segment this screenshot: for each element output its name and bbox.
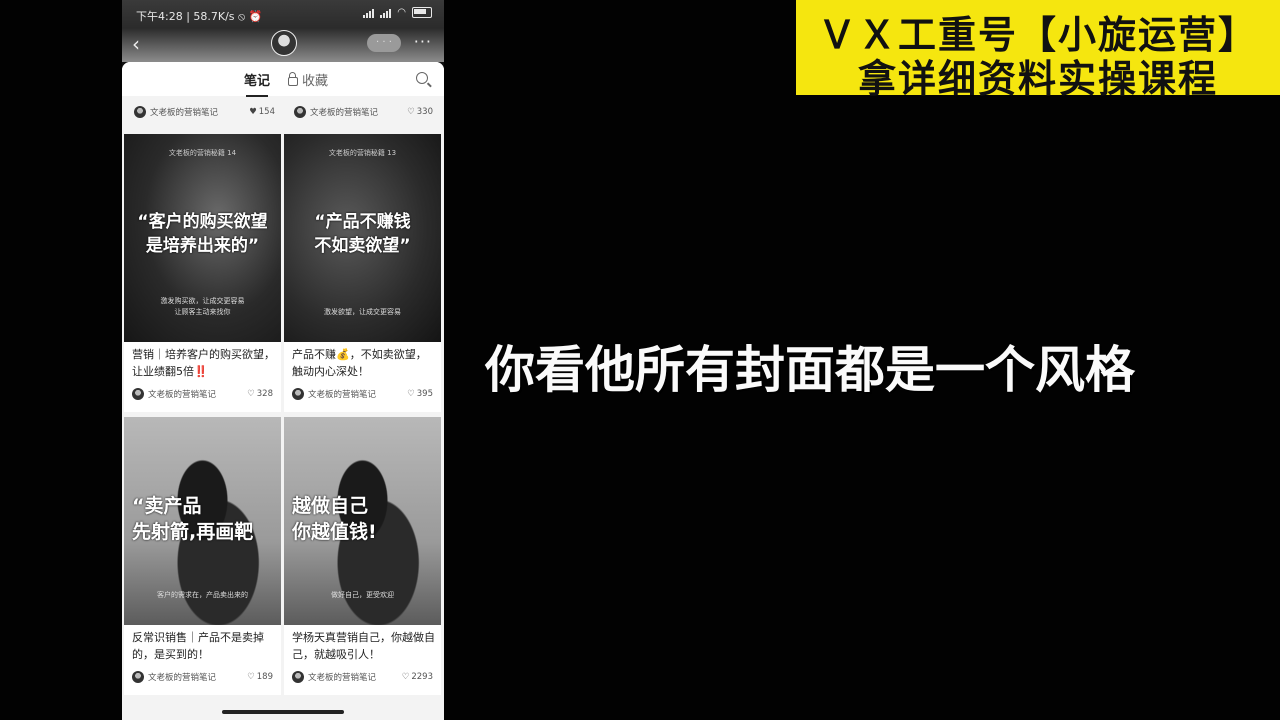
note-cover[interactable]: 文老板的营销秘籍 13 “产品不赚钱 不如卖欲望” 激发欲望，让成交更容易 [284,134,441,342]
heart-icon: ♡ [407,389,415,399]
back-chevron-icon[interactable]: ‹ [132,32,140,56]
cover-subtext: 激发购买欲，让成交更容易 让顾客主动来找你 [160,297,245,316]
signal-icon [363,8,375,18]
like-count[interactable]: ♡ 189 [247,672,273,682]
profile-header: ‹ · · · ··· [122,28,444,62]
battery-icon [412,7,432,18]
status-time: 下午4:28 | 58.7K/s ⦸ ⏰ [136,10,263,23]
note-cover[interactable]: 越做自己 你越值钱! 做好自己，更受欢迎 [284,417,441,625]
lock-icon [288,72,298,86]
heart-icon: ♡ [407,107,415,117]
like-count-value: 2293 [411,672,433,682]
note-card[interactable]: 文老板的营销秘籍 14 “客户的购买欲望 是培养出来的” 激发购买欲，让成交更容… [124,134,281,412]
note-cover[interactable]: “卖产品 先射箭,再画靶 客户的需求在，产品卖出来的 [124,417,281,625]
like-count-value: 328 [256,389,273,399]
phone-screen: 下午4:28 | 58.7K/s ⦸ ⏰ ◠ ‹ · · · ··· 笔记 收藏… [122,0,444,720]
note-meta: 文老板的营销笔记 ♡ 2293 [292,671,433,689]
more-options-icon[interactable]: ··· [414,32,432,51]
status-icons: ◠ [363,7,432,18]
note-card[interactable]: “卖产品 先射箭,再画靶 客户的需求在，产品卖出来的 反常识销售｜产品不是卖掉的… [124,417,281,695]
note-meta: 文老板的营销笔记 ♡ 328 [132,388,273,406]
follow-button[interactable]: · · · [367,34,401,52]
like-count-value: 154 [258,107,275,117]
cover-headline: “产品不赚钱 不如卖欲望” [314,212,411,256]
note-meta: 文老板的营销笔记 ♡ 395 [292,388,433,406]
author-name: 文老板的营销笔记 [148,673,217,683]
heart-icon: ♡ [247,389,255,399]
like-count[interactable]: ♡ 330 [407,107,433,117]
heart-icon: ♡ [401,672,410,682]
tab-favorites-label: 收藏 [302,74,329,89]
search-icon[interactable] [416,72,428,84]
promo-banner: ＶＸ工重号【小旋运营】 拿详细资料实操课程 [796,0,1280,101]
like-count[interactable]: ♡ 2293 [402,672,433,682]
cover-subtext: 客户的需求在，产品卖出来的 [157,591,248,599]
note-card[interactable]: 文老板的营销秘籍 13 “产品不赚钱 不如卖欲望” 激发欲望，让成交更容易 产品… [284,134,441,412]
author-avatar [294,106,306,118]
author-name: 文老板的营销笔记 [150,108,219,118]
author-avatar [292,388,304,400]
avatar[interactable] [271,30,297,56]
signal-icon-2 [380,8,392,18]
note-meta[interactable]: 文老板的营销笔记 ♡ 330 [294,106,433,124]
note-title[interactable]: 营销｜培养客户的购买欲望，让业绩翻5倍‼️ [132,346,277,380]
like-count-value: 189 [256,672,273,682]
note-cover[interactable]: 文老板的营销秘籍 14 “客户的购买欲望 是培养出来的” 激发购买欲，让成交更容… [124,134,281,342]
like-count-value: 330 [416,107,433,117]
author-name: 文老板的营销笔记 [308,390,377,400]
author-name: 文老板的营销笔记 [148,390,217,400]
tab-notes[interactable]: 笔记 [244,70,270,97]
cover-kicker: 文老板的营销秘籍 14 [168,149,237,157]
note-title[interactable]: 学杨天真营销自己，你越做自己，就越吸引人！ [292,629,437,663]
heart-icon: ♥ [249,107,257,117]
cover-headline: “卖产品 先射箭,再画靶 [132,495,254,543]
note-card[interactable]: 越做自己 你越值钱! 做好自己，更受欢迎 学杨天真营销自己，你越做自己，就越吸引… [284,417,441,695]
cover-subtext: 做好自己，更受欢迎 [331,591,394,599]
status-bar: 下午4:28 | 58.7K/s ⦸ ⏰ ◠ [122,0,444,28]
author-name: 文老板的营销笔记 [310,108,379,118]
tab-favorites[interactable]: 收藏 [288,70,328,89]
banner-line-2: 拿详细资料实操课程 [857,57,1218,101]
cover-headline: 越做自己 你越值钱! [292,495,377,543]
heart-icon: ♡ [247,672,255,682]
home-indicator[interactable] [222,710,344,714]
author-avatar [132,388,144,400]
author-avatar [134,106,146,118]
cover-kicker: 文老板的营销秘籍 13 [328,149,397,157]
like-count-value: 395 [416,389,433,399]
author-avatar [132,671,144,683]
note-title[interactable]: 产品不赚💰，不如卖欲望，触动内心深处！ [292,346,437,380]
like-count[interactable]: ♡ 395 [407,389,433,399]
notes-sheet: 笔记 收藏 文老板的营销笔记 ♥ 154 文老板的营销笔记 ♡ 330 文老板的营销… [122,62,444,720]
cover-subtext: 激发欲望，让成交更容易 [324,308,401,316]
tab-bar: 笔记 收藏 [122,62,444,97]
like-count[interactable]: ♡ 328 [247,389,273,399]
video-caption: 你看他所有封面都是一个风格 [485,341,1135,399]
note-meta[interactable]: 文老板的营销笔记 ♥ 154 [134,106,275,124]
cover-headline: “客户的购买欲望 是培养出来的” [137,212,268,256]
author-avatar [292,671,304,683]
note-meta: 文老板的营销笔记 ♡ 189 [132,671,273,689]
wifi-icon: ◠ [397,7,406,18]
note-title[interactable]: 反常识销售｜产品不是卖掉的，是买到的！ [132,629,277,663]
like-count[interactable]: ♥ 154 [249,107,275,117]
author-name: 文老板的营销笔记 [308,673,377,683]
